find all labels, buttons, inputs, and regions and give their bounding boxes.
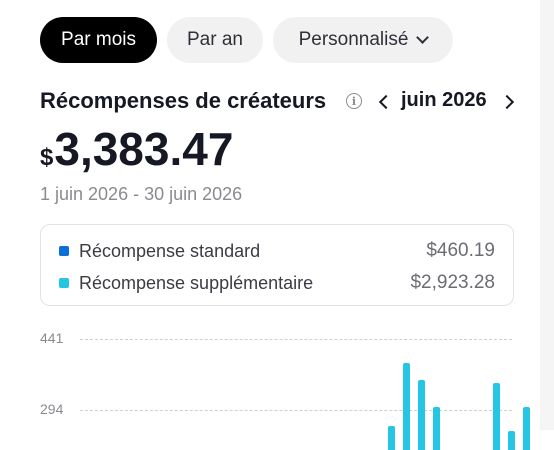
- grid-line: [80, 339, 512, 340]
- breakdown-row-extra: Récompense supplémentaire $2,923.28: [59, 270, 495, 296]
- breakdown-value-standard: $460.19: [426, 240, 495, 261]
- chevron-left-icon[interactable]: [378, 94, 394, 110]
- chart-bar: [493, 382, 500, 450]
- grid-line: [80, 410, 512, 411]
- tab-custom-label: Personnalisé: [298, 29, 409, 50]
- tab-yearly[interactable]: Par an: [167, 17, 263, 63]
- tab-monthly-label: Par mois: [61, 29, 136, 50]
- section-title: Récompenses de créateurs: [40, 88, 327, 113]
- rewards-breakdown-card: Récompense standard $460.19 Récompense s…: [40, 224, 514, 306]
- total-amount: $ 3,383.47: [40, 122, 233, 176]
- standard-legend-dot: [59, 246, 69, 256]
- total-amount-value: 3,383.47: [54, 123, 234, 175]
- info-icon[interactable]: i: [346, 93, 362, 109]
- chart-bar: [433, 407, 440, 450]
- month-label: juin 2026: [401, 89, 487, 111]
- chevron-right-icon[interactable]: [499, 94, 515, 110]
- chart-bar: [523, 407, 530, 450]
- rewards-chart: 441 294: [0, 320, 540, 450]
- tab-custom-dropdown[interactable]: Personnalisé: [273, 17, 453, 63]
- tab-monthly[interactable]: Par mois: [40, 17, 157, 63]
- currency-symbol: $: [40, 144, 54, 171]
- breakdown-label-extra: Récompense supplémentaire: [79, 272, 314, 293]
- extra-legend-dot: [59, 278, 69, 288]
- chart-bar: [403, 362, 410, 450]
- chevron-down-icon: [416, 31, 430, 44]
- tab-yearly-label: Par an: [187, 29, 243, 50]
- y-tick-label: 441: [40, 330, 64, 346]
- y-tick-label: 294: [40, 401, 64, 417]
- date-range: 1 juin 2026 - 30 juin 2026: [40, 184, 243, 204]
- chart-bar: [418, 379, 425, 450]
- breakdown-row-standard: Récompense standard $460.19: [59, 238, 495, 264]
- breakdown-label-standard: Récompense standard: [79, 240, 261, 261]
- breakdown-value-extra: $2,923.28: [410, 272, 495, 293]
- scroll-edge: [540, 0, 554, 430]
- chart-bar: [508, 431, 515, 450]
